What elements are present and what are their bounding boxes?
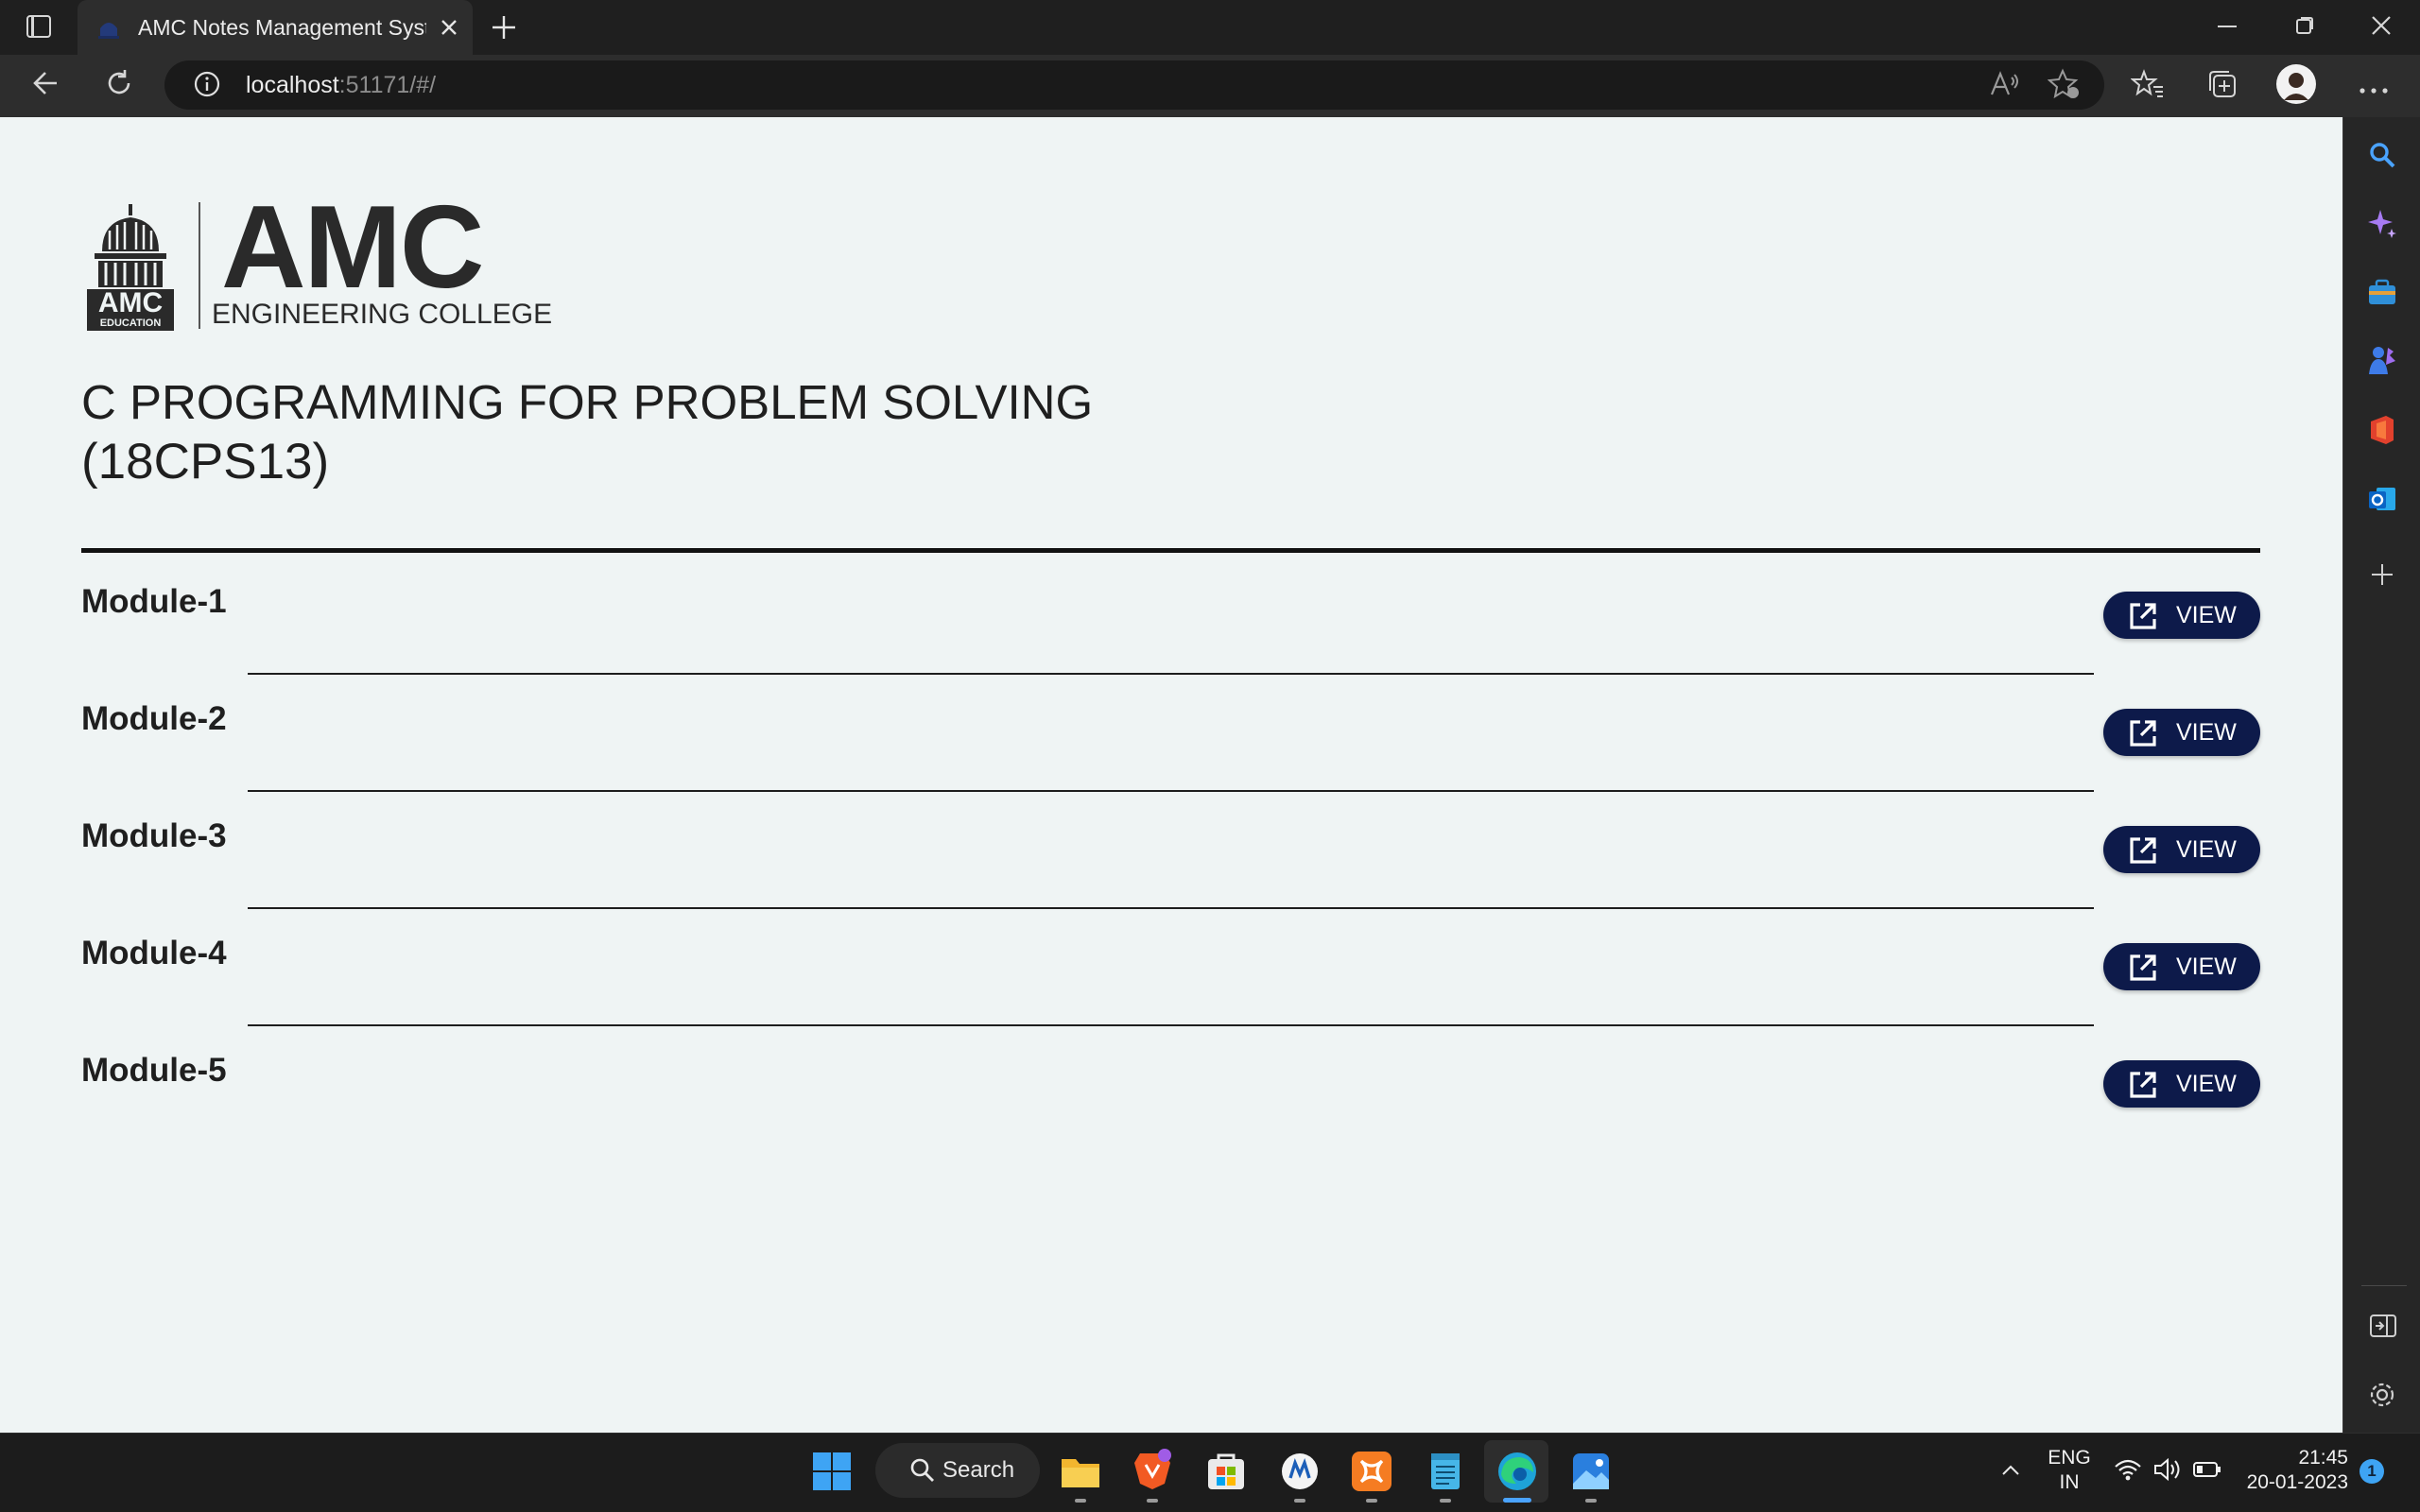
address-bar[interactable]: [164, 60, 2104, 110]
collections-icon[interactable]: [2206, 68, 2238, 100]
favorites-icon[interactable]: [2130, 68, 2165, 100]
minimize-icon[interactable]: [2218, 26, 2237, 27]
view-button-label: VIEW: [2176, 602, 2237, 628]
battery-icon[interactable]: [2193, 1461, 2221, 1478]
module-label: Module-3: [81, 817, 227, 854]
module-divider: [248, 673, 2094, 675]
search-icon[interactable]: [2367, 140, 2397, 170]
url-port-path: :51171/#/: [338, 72, 437, 98]
copilot-icon[interactable]: [2367, 208, 2397, 238]
module-divider: [248, 790, 2094, 792]
view-module-3-button[interactable]: VIEW: [2103, 826, 2260, 873]
view-module-5-button[interactable]: VIEW: [2103, 1060, 2260, 1108]
module-divider: [248, 1024, 2094, 1026]
volume-icon[interactable]: [2153, 1457, 2182, 1482]
site-info-icon[interactable]: [193, 70, 221, 98]
tools-icon[interactable]: [2367, 278, 2397, 306]
windows-start-icon[interactable]: [813, 1452, 851, 1490]
logo-subtitle: ENGINEERING COLLEGE: [212, 299, 553, 330]
file-explorer-icon[interactable]: [1059, 1450, 1102, 1493]
browser-sidebar: [2342, 117, 2420, 1433]
view-button-label: VIEW: [2176, 1071, 2237, 1097]
module-label: Module-2: [81, 700, 227, 737]
running-indicator: [1294, 1499, 1305, 1503]
tab-favicon-icon: [96, 15, 121, 40]
seal-amc-text: AMC: [97, 287, 164, 318]
active-indicator: [1503, 1498, 1531, 1503]
notification-count: 1: [2367, 1462, 2377, 1480]
view-module-1-button[interactable]: VIEW: [2103, 592, 2260, 639]
open-external-icon: [2130, 720, 2156, 747]
taskbar-search-label: Search: [942, 1457, 1015, 1483]
language-indicator[interactable]: ENG IN: [2038, 1446, 2100, 1495]
view-button-label: VIEW: [2176, 954, 2237, 980]
clock-time: 21:45: [2298, 1447, 2348, 1469]
tab-title: AMC Notes Management System: [138, 15, 426, 40]
view-module-2-button[interactable]: VIEW: [2103, 709, 2260, 756]
games-icon[interactable]: [2365, 344, 2397, 376]
open-external-icon: [2130, 603, 2156, 629]
running-indicator: [1147, 1499, 1158, 1503]
header-divider: [81, 548, 2260, 553]
module-label: Module-1: [81, 583, 227, 620]
restore-icon[interactable]: [2295, 16, 2314, 35]
running-indicator: [1440, 1499, 1451, 1503]
back-icon[interactable]: [30, 70, 60, 96]
brave-icon[interactable]: [1131, 1448, 1174, 1491]
hide-sidebar-icon[interactable]: [2369, 1314, 2397, 1338]
store-icon[interactable]: [1204, 1450, 1248, 1493]
search-icon: [909, 1457, 936, 1484]
settings-icon[interactable]: [2367, 1380, 2397, 1410]
url-host: localhost: [246, 72, 339, 98]
course-title: C PROGRAMMING FOR PROBLEM SOLVING: [81, 375, 1094, 429]
notepad-icon[interactable]: [1424, 1448, 1467, 1491]
office-icon[interactable]: [2369, 414, 2395, 446]
view-button-label: VIEW: [2176, 719, 2237, 746]
add-favorite-icon[interactable]: [2047, 68, 2082, 100]
module-label: Module-4: [81, 935, 227, 971]
profile-avatar[interactable]: [2276, 64, 2316, 104]
module-label: Module-5: [81, 1052, 227, 1089]
logo-wordmark: AMC: [221, 182, 484, 313]
view-module-4-button[interactable]: VIEW: [2103, 943, 2260, 990]
refresh-icon[interactable]: [104, 68, 134, 98]
module-divider: [248, 907, 2094, 909]
show-hidden-icons-icon[interactable]: [2000, 1463, 2021, 1478]
edge-icon[interactable]: [1495, 1450, 1539, 1493]
region-code: IN: [2059, 1471, 2080, 1493]
url-text[interactable]: localhost:51171/#/: [246, 68, 436, 102]
running-indicator: [1366, 1499, 1377, 1503]
sidebar-separator: [2361, 1285, 2407, 1286]
close-tab-icon[interactable]: [437, 15, 461, 40]
notification-badge[interactable]: 1: [2360, 1459, 2384, 1484]
read-aloud-icon[interactable]: [1989, 70, 2021, 98]
tab-actions-icon[interactable]: [26, 15, 51, 38]
view-button-label: VIEW: [2176, 836, 2237, 863]
open-external-icon: [2130, 1072, 2156, 1098]
open-external-icon: [2130, 954, 2156, 981]
seal-education-text: EDUCATION: [99, 318, 162, 329]
clock-date: 20-01-2023: [2246, 1471, 2348, 1493]
more-options-icon[interactable]: [2360, 81, 2388, 94]
wifi-icon[interactable]: [2114, 1457, 2142, 1482]
photos-icon[interactable]: [1569, 1450, 1613, 1493]
running-indicator: [1585, 1499, 1597, 1503]
language-code: ENG: [2048, 1447, 2091, 1469]
logo-divider: [199, 202, 200, 329]
add-sidebar-app-icon[interactable]: [2371, 563, 2394, 586]
app-icon[interactable]: [1278, 1450, 1322, 1493]
xampp-icon[interactable]: [1350, 1450, 1393, 1493]
open-external-icon: [2130, 837, 2156, 864]
close-window-icon[interactable]: [2371, 15, 2392, 36]
outlook-icon[interactable]: [2367, 484, 2397, 514]
new-tab-icon[interactable]: [490, 13, 518, 42]
running-indicator: [1075, 1499, 1086, 1503]
clock[interactable]: 21:45 20-01-2023: [2246, 1446, 2348, 1495]
course-code: (18CPS13): [81, 434, 330, 490]
